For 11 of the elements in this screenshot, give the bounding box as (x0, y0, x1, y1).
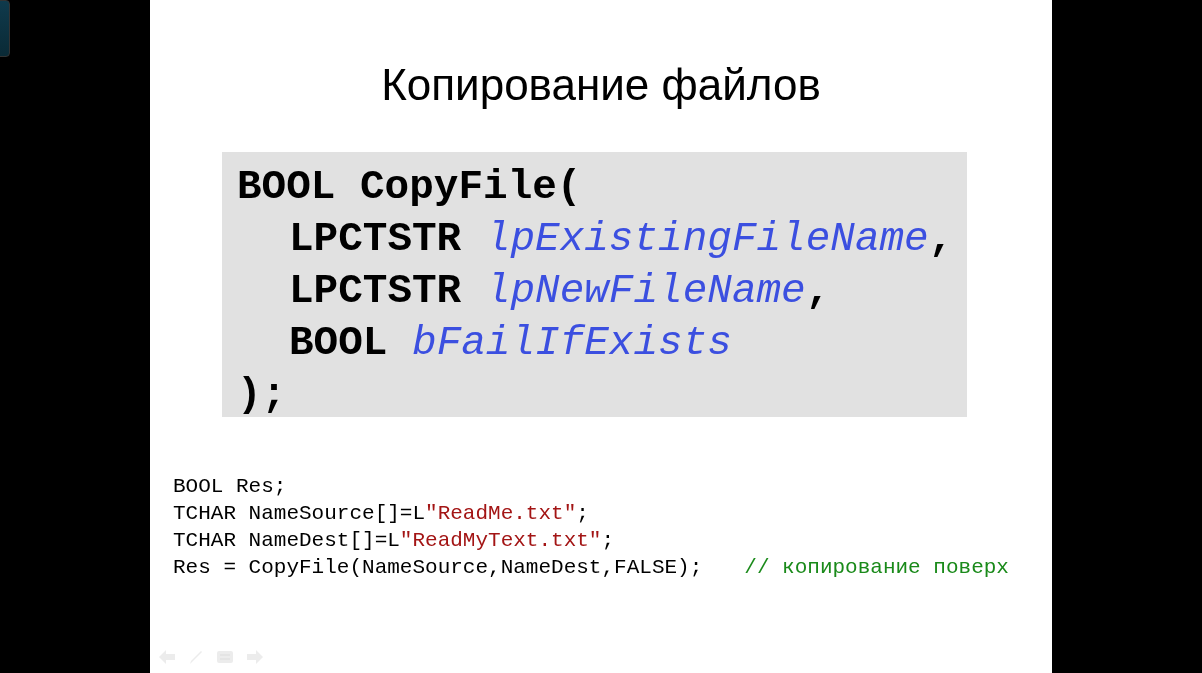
code-line: LPCTSTR lpExistingFileName, (289, 215, 954, 264)
code-line: BOOL bFailIfExists (289, 319, 732, 368)
code-line: TCHAR NameDest[]=L"ReadMyText.txt"; (173, 528, 615, 554)
slide-title: Копирование файлов (381, 59, 821, 111)
code-line: TCHAR NameSource[]=L"ReadMe.txt"; (173, 501, 589, 527)
code-line: BOOL Res; (173, 474, 287, 500)
code-line: Res = CopyFile(NameSource,NameDest,FALSE); // копирование поверх (173, 555, 1009, 581)
code-line: ); (237, 371, 287, 420)
code-line: BOOL CopyFile( (237, 163, 582, 212)
menu-icon[interactable] (216, 649, 234, 665)
code-line: LPCTSTR lpNewFileName, (289, 267, 831, 316)
